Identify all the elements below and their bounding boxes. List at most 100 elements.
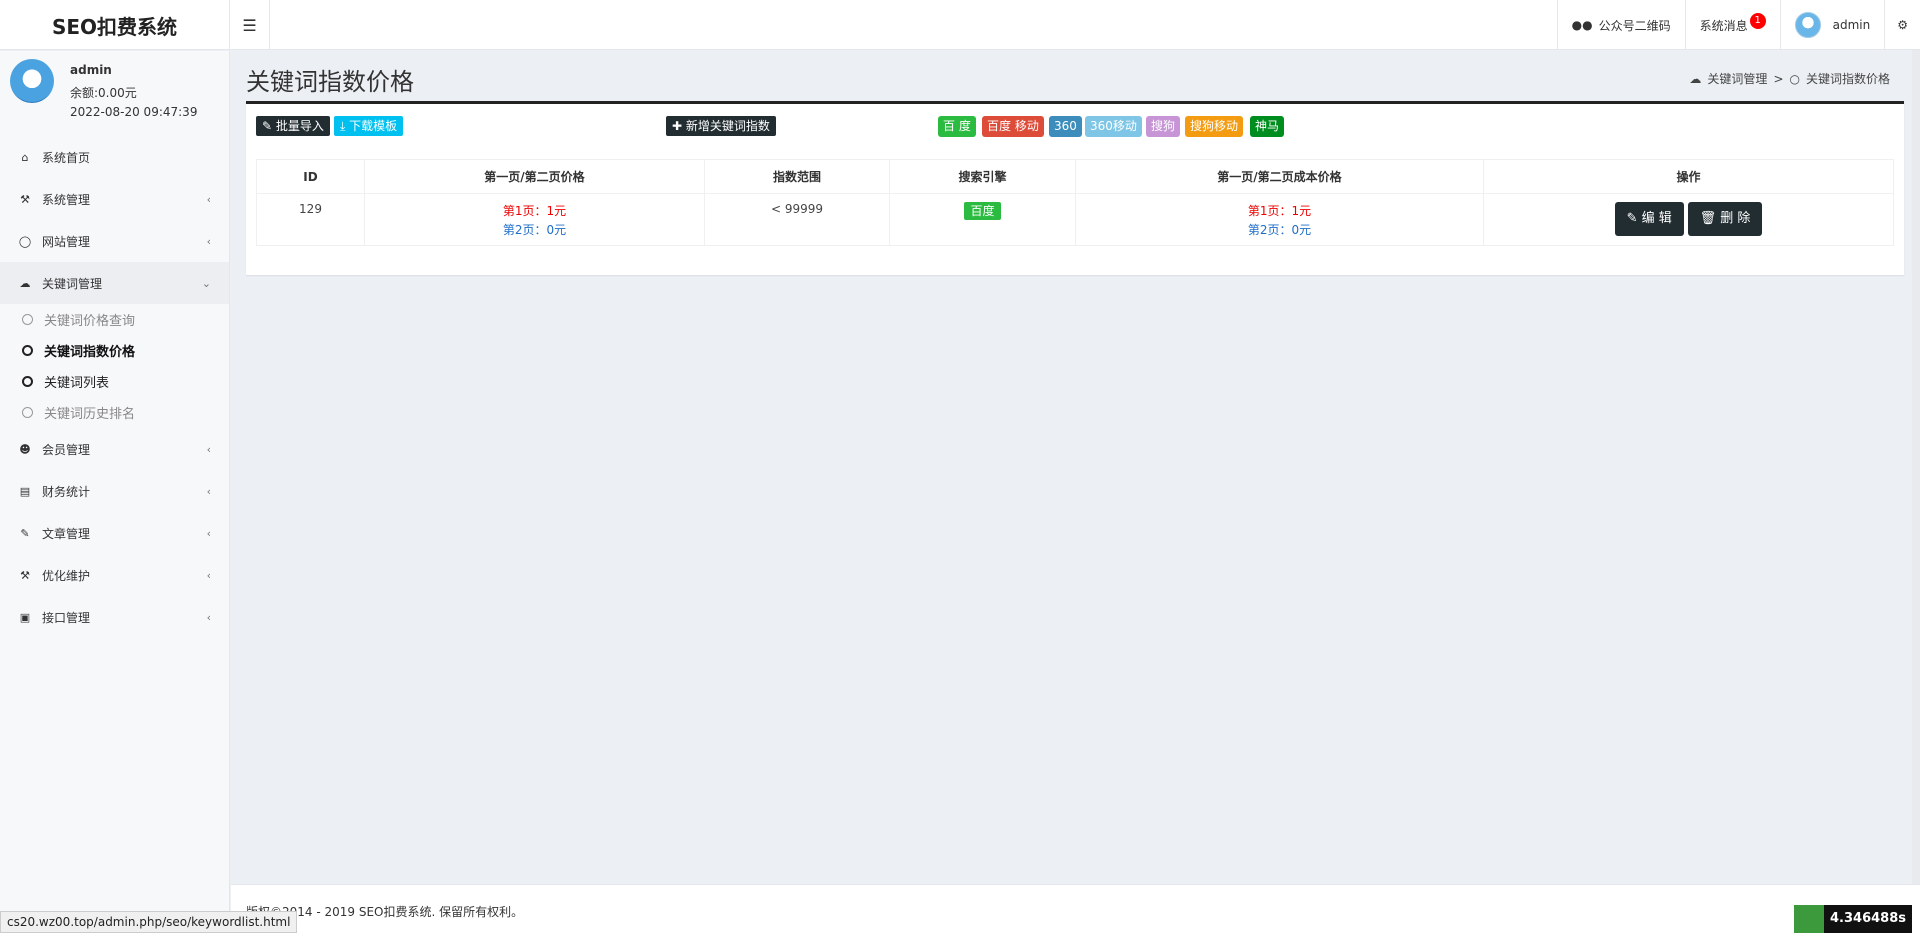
gavel-icon: ⚒ xyxy=(20,568,30,582)
brand-logo[interactable]: SEO扣费系统 xyxy=(0,0,230,50)
user-menu[interactable]: admin xyxy=(1779,0,1885,50)
column-header[interactable]: 操作 xyxy=(1483,159,1894,194)
keywords-subnav: 关键词价格查询 关键词指数价格 关键词列表 关键词历史排名 xyxy=(0,304,229,428)
sidebar-item-system[interactable]: ⚒ 系统管理 ‹ xyxy=(0,178,229,220)
scrollbar[interactable] xyxy=(1912,50,1920,933)
top-header: SEO扣费系统 ☰ ●● 公众号二维码 系统消息 1 admin ⚙ xyxy=(0,0,1920,50)
engine-tag-sogou-mobile[interactable]: 搜狗移动 xyxy=(1185,116,1244,137)
column-header[interactable]: 搜索引擎 xyxy=(889,159,1076,194)
sidebar-item-label: 接口管理 xyxy=(42,610,91,625)
sidebar-item-label: 财务统计 xyxy=(42,484,91,499)
edit-label: 编 辑 xyxy=(1641,211,1672,226)
gears-icon: ⚙ xyxy=(1897,18,1908,32)
credit-card-icon: ▤ xyxy=(19,484,31,498)
cost-page2: 第2页：0元 xyxy=(1247,223,1312,237)
column-header[interactable]: 指数范围 xyxy=(704,159,890,194)
chevron-left-icon: ‹ xyxy=(206,192,211,206)
user-panel: admin 余额:0.00元 2022-08-20 09:47:39 xyxy=(0,51,229,136)
sidebar-nav-lower: ☻ 会员管理 ‹ ▤ 财务统计 ‹ ✎ 文章管理 ‹ ⚒ 优化维护 ‹ ▣ 接口… xyxy=(0,428,229,638)
delete-button[interactable]: 🗑 删 除 xyxy=(1687,202,1763,236)
table-row: 129 第1页：1元 第2页：0元 < 99999 百度 第1页：1元 第2页：… xyxy=(256,193,1894,246)
download-label: 下载模板 xyxy=(349,119,398,133)
download-template-button[interactable]: ⤓ 下载模板 xyxy=(334,116,404,136)
trash-icon: 🗑 xyxy=(1699,211,1717,226)
sidebar-item-home[interactable]: ⌂ 系统首页 xyxy=(0,136,229,178)
price-page2: 第2页：0元 xyxy=(502,223,567,237)
circle-icon xyxy=(22,314,33,325)
edit-icon: ✎ xyxy=(262,119,273,133)
sidebar-item-api[interactable]: ▣ 接口管理 ‹ xyxy=(0,596,229,638)
cloud-icon: ☁ xyxy=(1689,71,1702,86)
column-header[interactable]: ID xyxy=(256,159,365,194)
engine-tag-shenma[interactable]: 神马 xyxy=(1250,116,1285,137)
breadcrumb: ☁ 关键词管理 > ○ 关键词指数价格 xyxy=(1689,70,1890,87)
column-header[interactable]: 第一页/第二页成本价格 xyxy=(1075,159,1484,194)
breadcrumb-separator: > xyxy=(1773,71,1784,86)
subnav-keyword-price-query[interactable]: 关键词价格查询 xyxy=(0,304,229,335)
cloud-icon: ☁ xyxy=(19,276,31,290)
sidebar-item-keywords[interactable]: ☁ 关键词管理 ⌄ xyxy=(0,262,229,304)
chevron-left-icon: ‹ xyxy=(206,526,211,540)
menu-toggle-button[interactable]: ☰ xyxy=(230,0,270,50)
page-title: 关键词指数价格 xyxy=(246,68,414,96)
sidebar-item-members[interactable]: ☻ 会员管理 ‹ xyxy=(0,428,229,470)
subnav-keyword-history[interactable]: 关键词历史排名 xyxy=(0,397,229,428)
user-label: admin xyxy=(1832,18,1871,32)
page-timer: 4.346488s xyxy=(1794,905,1912,933)
user-name: admin xyxy=(70,63,112,77)
cell-range: < 99999 xyxy=(704,193,890,246)
subnav-keyword-list[interactable]: 关键词列表 xyxy=(0,366,229,397)
engine-tag-baidu-mobile[interactable]: 百度 移动 xyxy=(982,116,1044,137)
wrench-icon: ⚒ xyxy=(20,192,30,206)
cell-cost: 第1页：1元 第2页：0元 xyxy=(1075,193,1484,246)
engine-tag-360[interactable]: 360 xyxy=(1049,116,1082,137)
engine-tag-360-mobile[interactable]: 360移动 xyxy=(1085,116,1142,137)
chevron-left-icon: ‹ xyxy=(206,610,211,624)
import-label: 批量导入 xyxy=(275,119,324,133)
messages-badge: 1 xyxy=(1749,13,1766,29)
edit-icon: ✎ xyxy=(20,526,30,540)
leaf-icon xyxy=(1794,905,1824,933)
circle-icon xyxy=(22,376,33,387)
edit-icon: ✎ xyxy=(1626,211,1638,226)
bars-icon: ☰ xyxy=(242,15,257,35)
delete-label: 删 除 xyxy=(1720,211,1751,226)
column-header[interactable]: 第一页/第二页价格 xyxy=(364,159,705,194)
user-time: 2022-08-20 09:47:39 xyxy=(70,105,198,119)
wechat-label: 公众号二维码 xyxy=(1598,18,1671,33)
home-icon: ⌂ xyxy=(21,150,29,164)
user-balance: 余额:0.00元 xyxy=(70,86,137,100)
users-icon: ☻ xyxy=(19,442,31,456)
add-keyword-index-button[interactable]: ✚ 新增关键词指数 xyxy=(666,116,776,136)
cell-engine: 百度 xyxy=(889,193,1076,246)
sidebar-item-label: 关键词管理 xyxy=(42,276,103,291)
settings-button[interactable]: ⚙ xyxy=(1884,0,1920,50)
content-box: ✎ 批量导入 ⤓ 下载模板 ✚ 新增关键词指数 百 度 百度 移动 360 36… xyxy=(246,101,1904,275)
wechat-qrcode-link[interactable]: ●● 公众号二维码 xyxy=(1556,0,1685,50)
download-icon: ⤓ xyxy=(340,119,346,133)
chevron-left-icon: ‹ xyxy=(206,442,211,456)
engine-tag-baidu[interactable]: 百 度 xyxy=(938,116,976,137)
footer: 版权©2014 - 2019 SEO扣费系统. 保留所有权利。 xyxy=(231,884,1920,933)
import-button[interactable]: ✎ 批量导入 xyxy=(256,116,330,136)
circle-icon xyxy=(22,407,33,418)
edit-button[interactable]: ✎ 编 辑 xyxy=(1614,202,1684,236)
keyword-index-table: ID 第一页/第二页价格 指数范围 搜索引擎 第一页/第二页成本价格 操作 12… xyxy=(256,159,1894,246)
system-messages-link[interactable]: 系统消息 1 xyxy=(1684,0,1780,50)
subnav-label: 关键词指数价格 xyxy=(44,345,136,360)
sidebar-nav: ⌂ 系统首页 ⚒ 系统管理 ‹ ◯ 网站管理 ‹ ☁ 关键词管理 ⌄ xyxy=(0,136,229,304)
cell-actions: ✎ 编 辑 🗑 删 除 xyxy=(1483,193,1894,246)
sidebar-item-optimize[interactable]: ⚒ 优化维护 ‹ xyxy=(0,554,229,596)
sidebar: admin 余额:0.00元 2022-08-20 09:47:39 ⌂ 系统首… xyxy=(0,51,230,933)
breadcrumb-item[interactable]: 关键词管理 xyxy=(1707,70,1767,87)
sidebar-item-finance[interactable]: ▤ 财务统计 ‹ xyxy=(0,470,229,512)
engine-tag-sogou[interactable]: 搜狗 xyxy=(1146,116,1181,137)
book-icon: ▣ xyxy=(19,610,31,624)
subnav-keyword-index-price[interactable]: 关键词指数价格 xyxy=(0,335,229,366)
sidebar-item-label: 会员管理 xyxy=(42,442,91,457)
avatar xyxy=(1794,12,1821,38)
sidebar-item-articles[interactable]: ✎ 文章管理 ‹ xyxy=(0,512,229,554)
add-label: 新增关键词指数 xyxy=(685,119,770,133)
sidebar-item-site[interactable]: ◯ 网站管理 ‹ xyxy=(0,220,229,262)
chevron-left-icon: ‹ xyxy=(206,484,211,498)
